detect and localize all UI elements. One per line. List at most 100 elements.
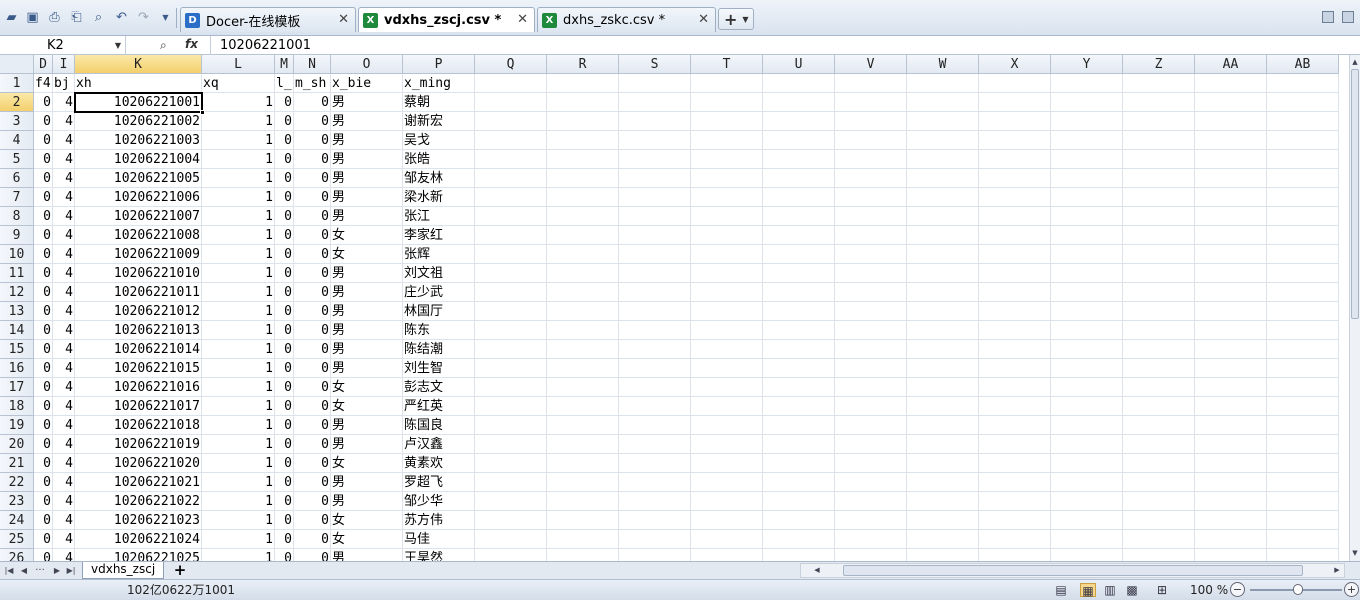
cell[interactable] [619, 207, 691, 226]
cell[interactable] [475, 226, 547, 245]
cell[interactable] [835, 93, 907, 112]
cell[interactable]: 0 [34, 264, 53, 283]
cell[interactable] [1267, 321, 1339, 340]
cell[interactable]: 男 [331, 321, 403, 340]
cell[interactable] [1195, 454, 1267, 473]
cell[interactable] [475, 131, 547, 150]
cell[interactable] [691, 150, 763, 169]
cell[interactable]: 4 [53, 359, 75, 378]
cell[interactable]: 10206221004 [75, 150, 202, 169]
export-pdf-icon[interactable]: ⎙ [46, 9, 63, 26]
cell[interactable] [1195, 150, 1267, 169]
cell[interactable] [763, 302, 835, 321]
cell[interactable]: 男 [331, 188, 403, 207]
cell[interactable]: 刘生智 [403, 359, 475, 378]
cell[interactable] [835, 511, 907, 530]
header-cell[interactable]: m_sh [294, 74, 331, 93]
cell[interactable]: 0 [275, 93, 294, 112]
cell[interactable]: 1 [202, 264, 275, 283]
cell[interactable] [1195, 378, 1267, 397]
cell[interactable]: 4 [53, 169, 75, 188]
row-header[interactable]: 18 [0, 397, 34, 416]
cell[interactable]: 陈国良 [403, 416, 475, 435]
horizontal-scroll-thumb[interactable] [843, 565, 1303, 576]
cell[interactable]: 0 [275, 283, 294, 302]
cell[interactable] [1123, 112, 1195, 131]
cell[interactable] [979, 226, 1051, 245]
cell[interactable] [1267, 378, 1339, 397]
open-icon[interactable]: ▰ [3, 9, 20, 26]
cell[interactable] [1123, 169, 1195, 188]
cell[interactable] [475, 454, 547, 473]
cell[interactable] [835, 359, 907, 378]
cell[interactable] [1123, 473, 1195, 492]
cell[interactable] [475, 321, 547, 340]
cell[interactable] [691, 131, 763, 150]
cell[interactable] [1051, 454, 1123, 473]
cell[interactable] [763, 530, 835, 549]
cell[interactable] [763, 207, 835, 226]
cell[interactable] [1123, 549, 1195, 561]
cell[interactable] [1051, 112, 1123, 131]
close-window-icon[interactable] [1342, 11, 1354, 23]
column-header-d[interactable]: D [34, 55, 53, 74]
cell[interactable] [1195, 188, 1267, 207]
cell[interactable]: 男 [331, 283, 403, 302]
cell[interactable]: 1 [202, 188, 275, 207]
cell[interactable] [547, 226, 619, 245]
cell[interactable] [691, 93, 763, 112]
cell[interactable] [907, 112, 979, 131]
cell[interactable] [1123, 245, 1195, 264]
cell[interactable] [1267, 131, 1339, 150]
header-cell[interactable]: x_ming [403, 74, 475, 93]
cell[interactable] [835, 473, 907, 492]
cell[interactable] [763, 473, 835, 492]
column-header-y[interactable]: Y [1051, 55, 1123, 74]
cell[interactable]: 4 [53, 150, 75, 169]
cell[interactable]: 男 [331, 473, 403, 492]
reading-mode-icon[interactable]: ⊞ [1154, 583, 1170, 597]
cell[interactable] [547, 492, 619, 511]
cell[interactable] [1267, 264, 1339, 283]
cell[interactable] [691, 283, 763, 302]
cell[interactable] [547, 131, 619, 150]
cell[interactable] [979, 473, 1051, 492]
cell[interactable]: 0 [275, 340, 294, 359]
cell[interactable]: 男 [331, 207, 403, 226]
cell[interactable]: 0 [34, 473, 53, 492]
cell[interactable] [475, 492, 547, 511]
cell[interactable] [1051, 340, 1123, 359]
cell[interactable]: 0 [275, 150, 294, 169]
cell[interactable] [1195, 340, 1267, 359]
row-header[interactable]: 10 [0, 245, 34, 264]
column-header-q[interactable]: Q [475, 55, 547, 74]
cell[interactable] [691, 264, 763, 283]
normal-view-icon[interactable]: ▦ [1080, 583, 1096, 598]
cell[interactable] [619, 321, 691, 340]
cell[interactable]: 0 [294, 321, 331, 340]
cell[interactable] [547, 378, 619, 397]
cell[interactable] [1123, 283, 1195, 302]
column-header-s[interactable]: S [619, 55, 691, 74]
cell[interactable] [907, 549, 979, 561]
cell[interactable] [1123, 359, 1195, 378]
cell[interactable]: 黄素欢 [403, 454, 475, 473]
cell[interactable] [1267, 74, 1339, 93]
row-header[interactable]: 26 [0, 549, 34, 561]
cell[interactable]: 10206221007 [75, 207, 202, 226]
cell[interactable] [835, 302, 907, 321]
cell[interactable]: 0 [294, 283, 331, 302]
cell[interactable]: 0 [275, 188, 294, 207]
cell[interactable] [619, 454, 691, 473]
cell[interactable]: 1 [202, 93, 275, 112]
cell[interactable] [475, 378, 547, 397]
cell[interactable]: 4 [53, 283, 75, 302]
cell[interactable]: 男 [331, 169, 403, 188]
cell[interactable] [1267, 169, 1339, 188]
cell[interactable]: 0 [34, 530, 53, 549]
cell[interactable] [835, 397, 907, 416]
cell[interactable] [547, 549, 619, 561]
cell[interactable] [763, 283, 835, 302]
cell[interactable] [475, 112, 547, 131]
cell[interactable] [1267, 530, 1339, 549]
